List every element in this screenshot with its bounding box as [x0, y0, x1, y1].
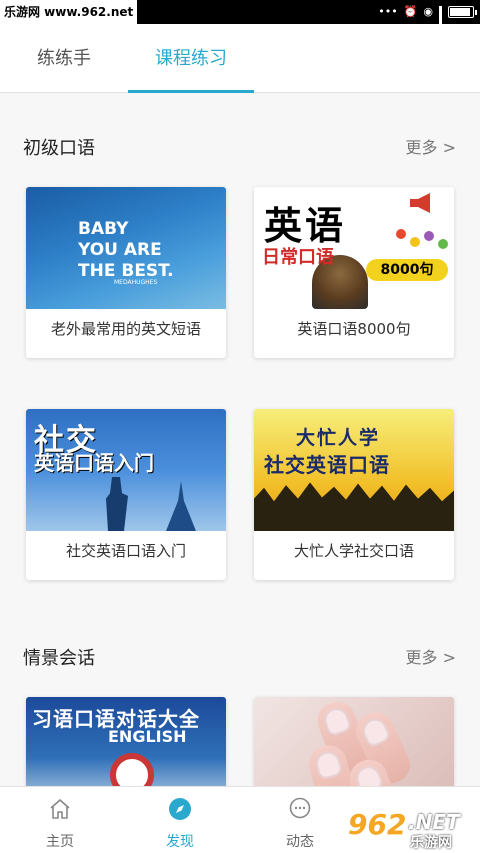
status-icons: ••• ⏰ ◉ [378, 0, 477, 41]
more-link-scene-dialog[interactable]: 更多 > [406, 644, 457, 668]
active-tab-indicator [128, 90, 254, 93]
course-thumbnail: 大忙人学 社交英语口语 [254, 409, 454, 531]
thumbnail-text: BABY YOU ARE THE BEST. [78, 219, 174, 281]
thumbnail-subtext: ENGLISH [108, 727, 187, 746]
thumbnail-subtext: 日常口语 [262, 247, 334, 268]
thumbnail-badge: 8000句 [366, 259, 448, 281]
course-card[interactable]: 英语 日常口语 8000句 英语口语8000句 [254, 187, 454, 358]
nav-home[interactable]: 主页 [0, 787, 120, 853]
nav-feed[interactable]: 动态 [240, 787, 360, 853]
signal-icon [439, 6, 442, 41]
chat-icon [289, 797, 311, 819]
nav-home-label: 主页 [46, 834, 74, 850]
compass-icon [169, 798, 191, 820]
nav-feed-label: 动态 [286, 834, 314, 850]
more-icon: ••• [378, 5, 398, 18]
course-title: 老外最常用的英文短语 [50, 320, 201, 338]
thumbnail-text: 英语 [264, 204, 347, 248]
status-bar: 乐游网 www.962.net ••• ⏰ ◉ [0, 0, 480, 41]
wifi-icon: ◉ [423, 5, 433, 18]
eiffel-tower-image [166, 481, 196, 531]
nav-discover-label: 发现 [166, 834, 194, 850]
battery-icon [448, 6, 477, 18]
top-tab-bar: 练练手 课程练习 [0, 24, 480, 93]
course-card[interactable]: 大忙人学 社交英语口语 大忙人学社交口语 [254, 409, 454, 580]
site-logo: 962 .NET 乐游网 [348, 808, 460, 851]
course-card[interactable]: 社交 英语口语入门 社交英语口语入门 [26, 409, 226, 580]
course-thumbnail: 习语口语对话大全 ENGLISH [26, 697, 226, 786]
speaker-icon [410, 193, 430, 213]
course-title: 社交英语口语入门 [65, 542, 186, 560]
course-card[interactable]: 习语口语对话大全 ENGLISH [26, 697, 226, 786]
thumbnail-text: 大忙人学 [296, 427, 381, 449]
crowd-silhouette-image [254, 482, 454, 531]
more-link-basic-oral[interactable]: 更多 > [406, 134, 457, 158]
course-thumbnail: BABY YOU ARE THE BEST. MEDAHUGHES [26, 187, 226, 309]
target-image [110, 753, 154, 786]
course-title: 大忙人学社交口语 [293, 542, 414, 560]
thumbnail-subtext: MEDAHUGHES [114, 279, 158, 286]
main-content[interactable]: 初级口语 更多 > BABY YOU ARE THE BEST. MEDAHUG… [0, 94, 480, 786]
thumbnail-subtext: 英语口语入门 [34, 451, 154, 475]
nav-discover[interactable]: 发现 [120, 787, 240, 853]
tab-course-practice[interactable]: 课程练习 [128, 24, 254, 93]
thumbnail-subtext: 社交英语口语 [264, 453, 390, 477]
section-title-basic-oral: 初级口语 [23, 138, 95, 159]
course-title: 英语口语8000句 [297, 320, 411, 338]
course-thumbnail [254, 697, 454, 786]
alarm-icon: ⏰ [403, 5, 418, 18]
section-title-scene-dialog: 情景会话 [23, 648, 95, 669]
statue-of-liberty-image [106, 477, 128, 531]
course-card[interactable]: BABY YOU ARE THE BEST. MEDAHUGHES 老外最常用的… [26, 187, 226, 358]
tab-practice[interactable]: 练练手 [0, 24, 128, 93]
home-icon [50, 799, 70, 819]
course-thumbnail: 社交 英语口语入门 [26, 409, 226, 531]
watermark: 乐游网 www.962.net [0, 0, 138, 24]
course-thumbnail: 英语 日常口语 8000句 [254, 187, 454, 309]
course-card[interactable] [254, 697, 454, 786]
